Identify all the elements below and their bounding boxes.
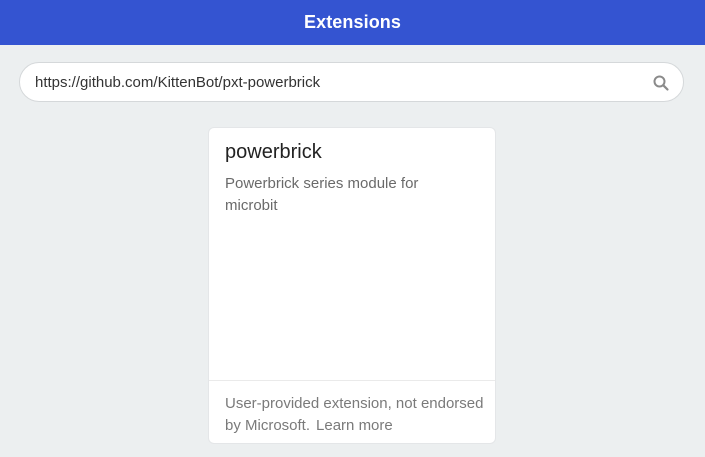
dialog-header: Extensions xyxy=(0,0,705,45)
extension-card-divider xyxy=(209,380,495,381)
extension-card-description: Powerbrick series module for microbit xyxy=(225,175,419,214)
extension-card-footer: User-provided extension, not endorsed by… xyxy=(225,393,487,437)
learn-more-link[interactable]: Learn more xyxy=(316,417,393,434)
search-icon[interactable] xyxy=(652,74,670,92)
search-box xyxy=(19,62,684,102)
search-input[interactable] xyxy=(35,63,645,101)
extension-card-title: powerbrick xyxy=(225,141,322,163)
dialog-title: Extensions xyxy=(303,12,402,32)
extension-card[interactable]: powerbrick Powerbrick series module for … xyxy=(209,128,495,443)
